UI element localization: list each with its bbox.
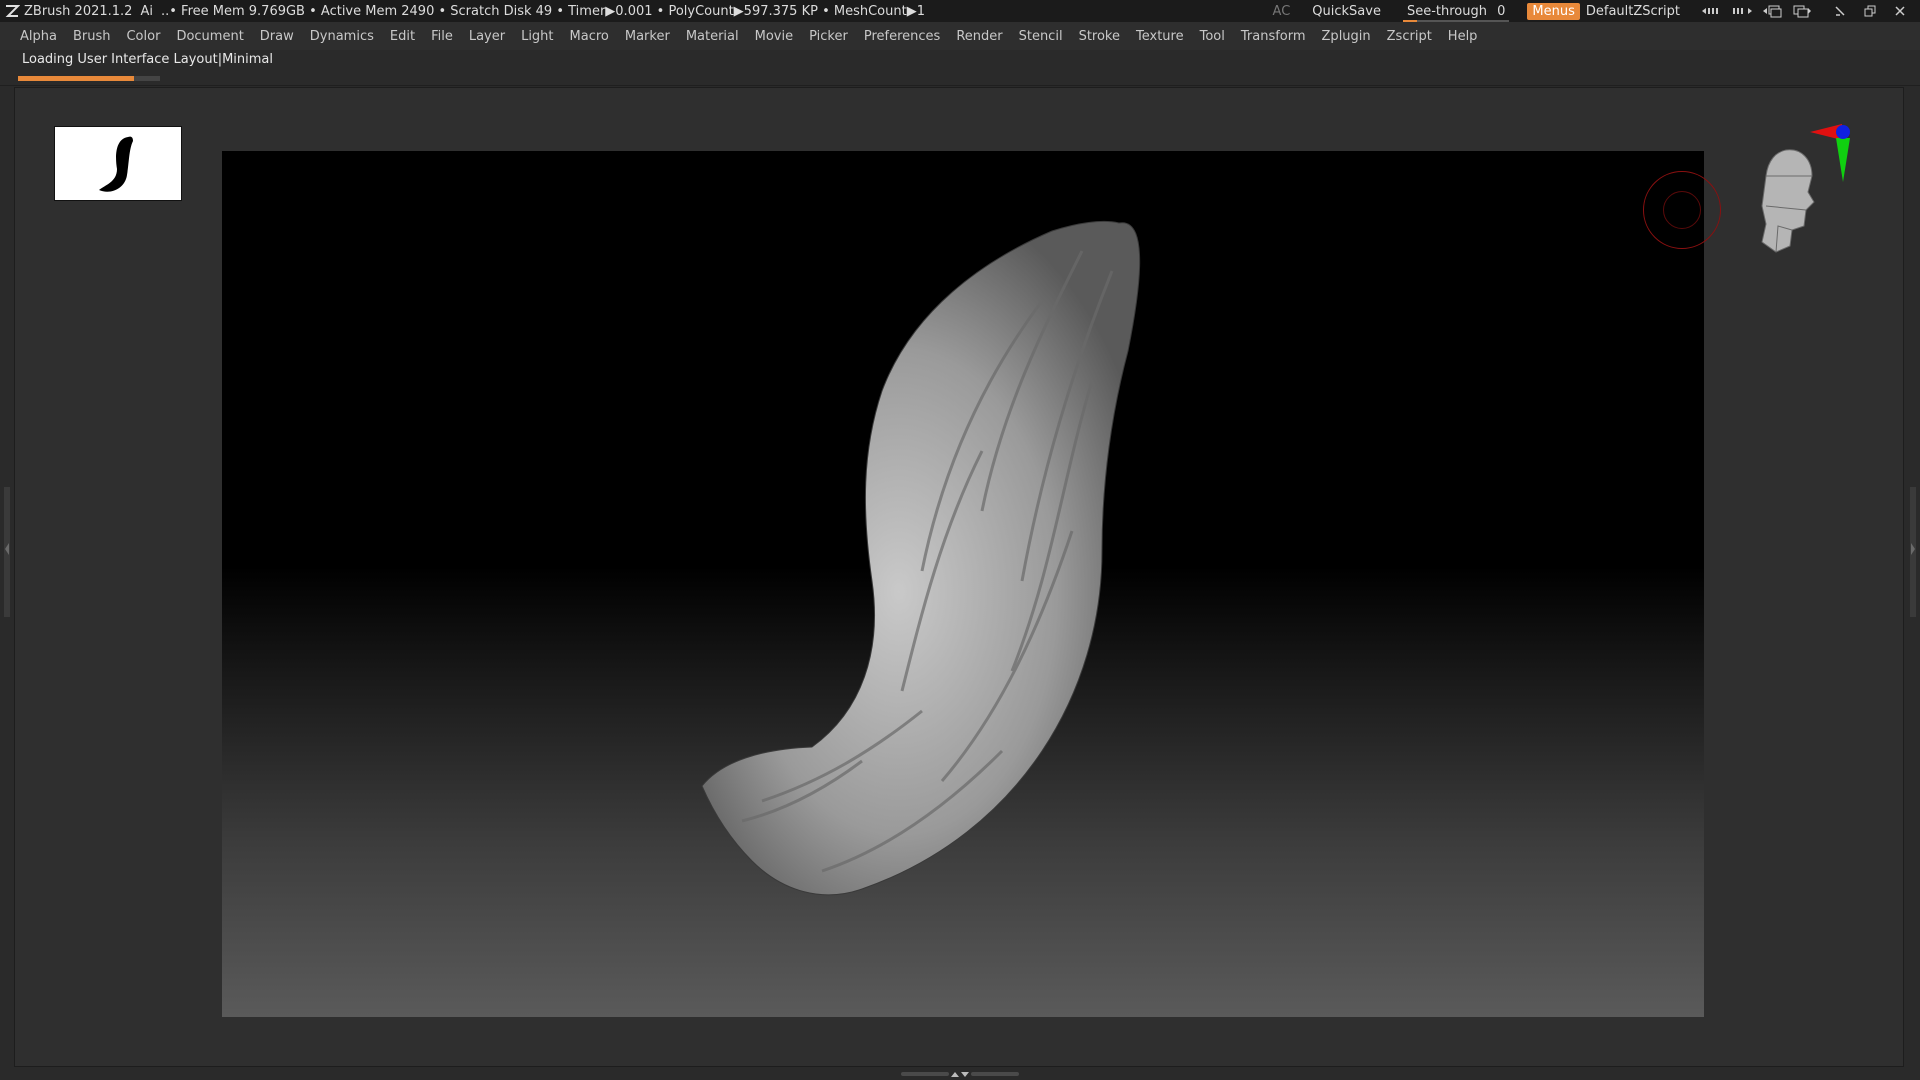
- menu-item-render[interactable]: Render: [956, 29, 1002, 44]
- menu-item-stroke[interactable]: Stroke: [1079, 29, 1120, 44]
- menu-item-zplugin[interactable]: Zplugin: [1322, 29, 1371, 44]
- expand-arrows-icon: [951, 1072, 969, 1077]
- menu-item-texture[interactable]: Texture: [1136, 29, 1184, 44]
- loading-progress-fill: [18, 76, 135, 81]
- brush-stroke-icon: [99, 136, 133, 192]
- left-tray-handle[interactable]: [4, 487, 10, 617]
- app-title: ZBrush 2021.1.2: [24, 3, 133, 19]
- menu-item-file[interactable]: File: [431, 29, 453, 44]
- layout-next-icon[interactable]: [1730, 2, 1754, 20]
- swap-interface-icon[interactable]: [1760, 2, 1784, 20]
- menu-item-stencil[interactable]: Stencil: [1019, 29, 1063, 44]
- bottom-tray-grip-left: [901, 1072, 949, 1076]
- menu-item-brush[interactable]: Brush: [73, 29, 111, 44]
- divider: [0, 85, 1920, 86]
- restore-icon[interactable]: [1858, 2, 1882, 20]
- loading-progress-bar: [18, 76, 160, 81]
- ai-label[interactable]: Ai: [140, 4, 153, 19]
- xyz-axis-icon[interactable]: [1810, 118, 1860, 188]
- menu-item-tool[interactable]: Tool: [1200, 29, 1225, 44]
- document-canvas[interactable]: [222, 151, 1704, 1017]
- menu-item-dynamics[interactable]: Dynamics: [310, 29, 374, 44]
- menus-toggle-button[interactable]: Menus: [1527, 2, 1580, 20]
- menu-item-movie[interactable]: Movie: [755, 29, 793, 44]
- bottom-tray-grip-right: [971, 1072, 1019, 1076]
- see-through-slider[interactable]: See-through 0: [1402, 3, 1510, 22]
- zbrush-logo-icon[interactable]: [3, 2, 21, 20]
- menu-item-macro[interactable]: Macro: [570, 29, 609, 44]
- sculpted-tail-model[interactable]: [222, 151, 1704, 1017]
- title-bar-controls: AC QuickSave See-through 0 Menus Default…: [1273, 0, 1920, 22]
- status-readout: ..• Free Mem 9.769GB • Active Mem 2490 •…: [160, 3, 925, 19]
- menu-item-color[interactable]: Color: [126, 29, 160, 44]
- menu-item-picker[interactable]: Picker: [809, 29, 848, 44]
- minimize-icon[interactable]: [1828, 2, 1852, 20]
- menu-item-zscript[interactable]: Zscript: [1387, 29, 1432, 44]
- see-through-value: 0: [1497, 3, 1506, 19]
- menu-item-edit[interactable]: Edit: [390, 29, 415, 44]
- menu-item-layer[interactable]: Layer: [469, 29, 505, 44]
- menu-item-document[interactable]: Document: [176, 29, 243, 44]
- menu-item-help[interactable]: Help: [1448, 29, 1478, 44]
- right-tray-handle[interactable]: [1910, 487, 1916, 617]
- menu-item-light[interactable]: Light: [521, 29, 553, 44]
- menu-item-marker[interactable]: Marker: [625, 29, 670, 44]
- ac-toggle[interactable]: AC: [1273, 4, 1291, 19]
- layout-cycle-icon[interactable]: [1790, 2, 1814, 20]
- layout-prev-icon[interactable]: [1700, 2, 1724, 20]
- default-zscript-button[interactable]: DefaultZScript: [1586, 4, 1680, 19]
- bottom-tray-handle[interactable]: [896, 1070, 1024, 1078]
- close-icon[interactable]: [1888, 2, 1912, 20]
- see-through-label: See-through: [1406, 3, 1487, 19]
- quicksave-button[interactable]: QuickSave: [1312, 4, 1381, 19]
- main-menu-bar: Alpha Brush Color Document Draw Dynamics…: [0, 22, 1920, 50]
- menu-item-preferences[interactable]: Preferences: [864, 29, 940, 44]
- menu-item-material[interactable]: Material: [686, 29, 739, 44]
- menu-item-draw[interactable]: Draw: [260, 29, 294, 44]
- brush-thumbnail[interactable]: [54, 126, 182, 201]
- menu-item-alpha[interactable]: Alpha: [20, 29, 57, 44]
- loading-status-text: Loading User Interface Layout|Minimal: [22, 52, 274, 67]
- rotation-gizmo-icon[interactable]: [1643, 171, 1721, 249]
- menu-item-transform[interactable]: Transform: [1241, 29, 1306, 44]
- title-bar: ZBrush 2021.1.2 Ai ..• Free Mem 9.769GB …: [0, 0, 1920, 22]
